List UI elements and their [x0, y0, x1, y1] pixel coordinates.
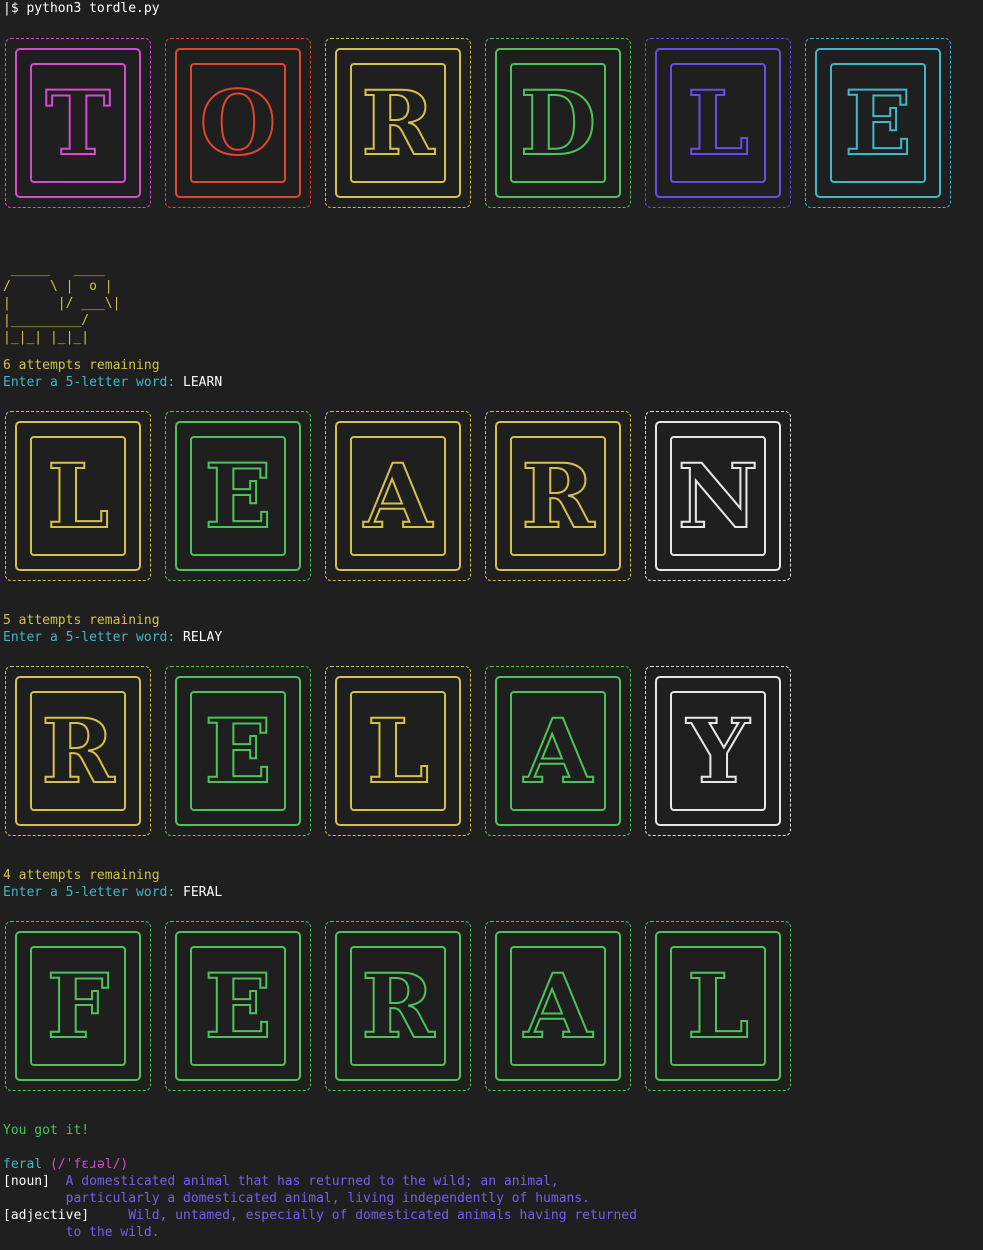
letter-tile-5: N: [645, 411, 791, 581]
part-of-speech: [noun]: [3, 1174, 50, 1189]
tile-letter: D: [519, 71, 597, 175]
tile-inner-frame: F: [30, 946, 126, 1066]
letter-tile-4: R: [485, 411, 631, 581]
letter-tile-3: A: [325, 411, 471, 581]
tile-inner-frame: R: [30, 691, 126, 811]
tile-inner-frame: A: [510, 691, 606, 811]
tile-inner-frame: E: [190, 946, 286, 1066]
prompt-label: Enter a 5-letter word:: [3, 885, 184, 900]
sense-text-continued: particularly a domesticated animal, livi…: [3, 1191, 590, 1206]
tile-letter: R: [520, 444, 595, 548]
word-prompt[interactable]: Enter a 5-letter word: FERAL: [3, 884, 222, 901]
sense-text: Wild, untamed, especially of domesticate…: [89, 1208, 637, 1223]
prompt-label: Enter a 5-letter word:: [3, 630, 184, 645]
tile-letter: A: [523, 954, 593, 1058]
letter-tile-2: E: [165, 666, 311, 836]
tile-letter: N: [677, 444, 759, 548]
tile-inner-frame: R: [350, 946, 446, 1066]
tile-letter: L: [366, 699, 430, 803]
guess-entry[interactable]: LEARN: [183, 375, 222, 390]
tile-inner-frame: Y: [670, 691, 766, 811]
guess-entry[interactable]: RELAY: [183, 630, 222, 645]
title-tile-6: E: [805, 38, 951, 208]
definition-word: feral: [3, 1157, 43, 1172]
tile-inner-frame: L: [350, 691, 446, 811]
title-tile-3: R: [325, 38, 471, 208]
sense-text: A domesticated animal that has returned …: [49, 1174, 559, 1189]
definition-pronunciation: (/ˈfɛɹəl/): [42, 1157, 129, 1172]
tile-letter: A: [363, 444, 433, 548]
letter-tile-4: A: [485, 921, 631, 1091]
letter-tile-5: L: [645, 921, 791, 1091]
letter-tile-2: E: [165, 921, 311, 1091]
letter-tile-4: A: [485, 666, 631, 836]
tile-letter: L: [686, 954, 750, 1058]
letter-tile-5: Y: [645, 666, 791, 836]
tile-letter: R: [360, 71, 435, 175]
guess-entry[interactable]: FERAL: [183, 885, 222, 900]
tile-letter: E: [203, 954, 272, 1058]
tile-letter: R: [40, 699, 115, 803]
title-tile-2: O: [165, 38, 311, 208]
command-line: |$ python3 tordle.py: [3, 1, 160, 16]
tile-letter: T: [44, 71, 111, 175]
title-tile-5: L: [645, 38, 791, 208]
tile-inner-frame: O: [190, 63, 286, 183]
tile-inner-frame: A: [510, 946, 606, 1066]
tile-inner-frame: L: [670, 946, 766, 1066]
tile-inner-frame: E: [830, 63, 926, 183]
letter-tile-3: R: [325, 921, 471, 1091]
tile-inner-frame: A: [350, 436, 446, 556]
letter-tile-1: L: [5, 411, 151, 581]
tile-inner-frame: L: [670, 63, 766, 183]
tile-inner-frame: L: [30, 436, 126, 556]
tile-letter: L: [686, 71, 750, 175]
tile-letter: L: [46, 444, 110, 548]
definition-sense-adjective: [adjective] Wild, untamed, especially of…: [3, 1207, 637, 1224]
tile-inner-frame: R: [350, 63, 446, 183]
attempts-remaining: 4 attempts remaining: [3, 868, 160, 883]
tile-inner-frame: N: [670, 436, 766, 556]
tile-letter: Y: [686, 699, 751, 803]
tile-inner-frame: T: [30, 63, 126, 183]
attempts-remaining: 5 attempts remaining: [3, 613, 160, 628]
tile-inner-frame: R: [510, 436, 606, 556]
tile-inner-frame: E: [190, 436, 286, 556]
definition-sense-noun: [noun] A domesticated animal that has re…: [3, 1173, 559, 1190]
tile-letter: E: [843, 71, 912, 175]
tile-inner-frame: D: [510, 63, 606, 183]
title-tile-1: T: [5, 38, 151, 208]
result-message: You got it!: [3, 1123, 90, 1138]
part-of-speech: [adjective]: [3, 1208, 90, 1223]
tile-letter: R: [360, 954, 435, 1058]
letter-tile-1: F: [5, 921, 151, 1091]
prompt-label: Enter a 5-letter word:: [3, 375, 184, 390]
title-tile-4: D: [485, 38, 631, 208]
letter-tile-2: E: [165, 411, 311, 581]
tile-letter: E: [203, 699, 272, 803]
tile-inner-frame: E: [190, 691, 286, 811]
sense-text-continued: to the wild.: [3, 1225, 160, 1240]
tile-letter: F: [46, 954, 111, 1058]
tile-letter: E: [203, 444, 272, 548]
attempts-remaining: 6 attempts remaining: [3, 358, 160, 373]
word-prompt[interactable]: Enter a 5-letter word: LEARN: [3, 374, 222, 391]
definition-heading: feral (/ˈfɛɹəl/): [3, 1156, 128, 1173]
letter-tile-1: R: [5, 666, 151, 836]
tile-letter: O: [199, 71, 278, 175]
mascot-art: _____ ____ / \ | o | | |/ ___\| |_______…: [3, 262, 121, 345]
tile-letter: A: [523, 699, 593, 803]
letter-tile-3: L: [325, 666, 471, 836]
word-prompt[interactable]: Enter a 5-letter word: RELAY: [3, 629, 222, 646]
